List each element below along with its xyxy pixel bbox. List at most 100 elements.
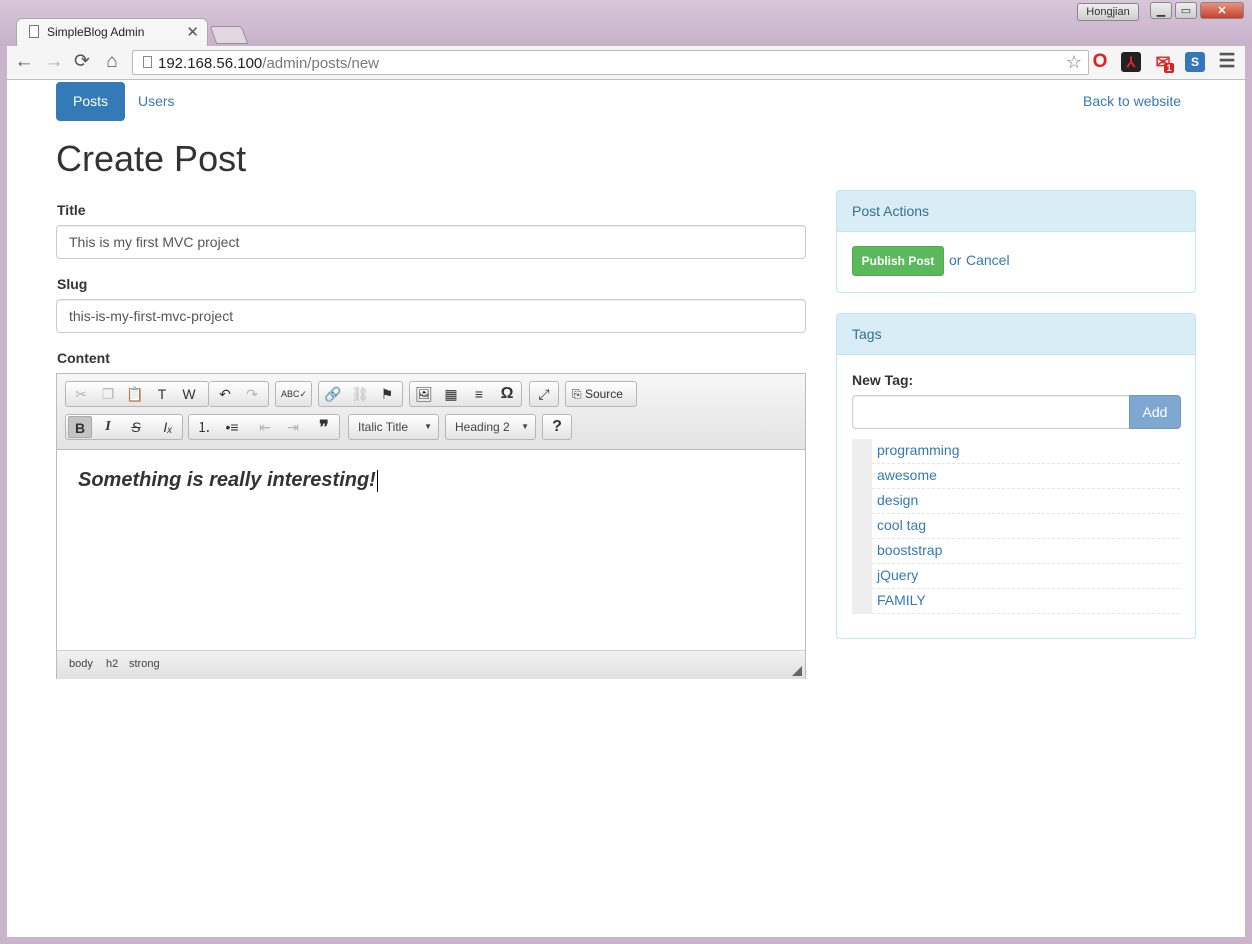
indent-icon[interactable]: ⇥ xyxy=(281,416,305,438)
source-button[interactable]: ⎘ Source xyxy=(566,383,629,405)
cut-icon[interactable]: ✂ xyxy=(69,383,93,405)
tag-item: cool tag xyxy=(852,514,1180,539)
paste-icon[interactable]: 📋 xyxy=(123,383,147,405)
maximize-icon[interactable]: ⤢ xyxy=(532,383,556,405)
path-crumb-strong[interactable]: strong xyxy=(129,658,160,670)
tag-link[interactable]: awesome xyxy=(877,467,937,483)
browser-tab[interactable]: SimpleBlog Admin ✕ xyxy=(16,18,208,46)
clipboard-group: ✂ ❐ 📋 T W xyxy=(65,381,209,407)
editor-strong-text: Something is really interesting! xyxy=(78,469,376,491)
add-tag-button[interactable]: Add xyxy=(1129,395,1181,429)
path-crumb-body[interactable]: body xyxy=(69,658,93,670)
tag-link[interactable]: cool tag xyxy=(877,517,926,533)
italic-button[interactable]: I xyxy=(96,416,120,438)
window-frame-right xyxy=(1245,46,1252,944)
close-window-button[interactable]: ✕ xyxy=(1200,2,1244,19)
tag-link[interactable]: booststrap xyxy=(877,542,942,558)
editor-status-bar: body h2 strong xyxy=(57,650,805,679)
editor-content-area[interactable]: Something is really interesting! xyxy=(57,450,805,650)
forward-icon[interactable]: → xyxy=(43,51,65,73)
help-icon[interactable]: ? xyxy=(545,416,569,438)
user-badge[interactable]: Hongjian xyxy=(1077,3,1139,21)
s-extension-icon[interactable]: S xyxy=(1185,52,1205,72)
tags-panel: Tags New Tag: Add programming awesome de… xyxy=(836,313,1196,639)
minimize-button[interactable]: ▁ xyxy=(1150,2,1172,19)
browser-menu-icon[interactable]: ☰ xyxy=(1217,52,1237,72)
url-path: /admin/posts/new xyxy=(262,55,380,72)
table-icon[interactable]: ▦ xyxy=(439,383,463,405)
tag-checkbox-area[interactable] xyxy=(852,564,872,589)
address-bar[interactable]: 192.168.56.100/admin/posts/new ☆ xyxy=(132,50,1089,75)
resize-handle[interactable] xyxy=(792,666,802,676)
redo-icon[interactable]: ↷ xyxy=(240,383,264,405)
url-text[interactable]: 192.168.56.100/admin/posts/new xyxy=(158,55,379,72)
spellcheck-icon[interactable]: ABC✓ xyxy=(278,383,310,405)
tag-checkbox-area[interactable] xyxy=(852,439,872,464)
page-icon xyxy=(143,56,152,68)
link-group: 🔗 ⛓ ⚑ xyxy=(318,381,403,407)
home-icon[interactable]: ⌂ xyxy=(101,51,123,73)
tab-close-icon[interactable]: ✕ xyxy=(186,23,199,41)
post-actions-panel: Post Actions Publish Post or Cancel xyxy=(836,190,1196,293)
paste-text-icon[interactable]: T xyxy=(150,383,174,405)
path-crumb-h2[interactable]: h2 xyxy=(106,658,118,670)
format-combo-value: Heading 2 xyxy=(455,420,510,434)
tag-checkbox-area[interactable] xyxy=(852,489,872,514)
slug-input[interactable] xyxy=(56,299,806,333)
nav-posts-pill[interactable]: Posts xyxy=(56,82,126,121)
blockquote-icon[interactable]: ❞ xyxy=(312,416,336,438)
tags-heading: Tags xyxy=(837,314,1195,355)
cancel-link[interactable]: Cancel xyxy=(966,252,1010,268)
tag-link[interactable]: programming xyxy=(877,442,959,458)
bold-button[interactable]: B xyxy=(68,416,92,438)
nav-users-pill[interactable]: Users xyxy=(121,82,192,121)
reload-icon[interactable]: ⟳ xyxy=(71,51,93,73)
browser-toolbar: ← → ⟳ ⌂ 192.168.56.100/admin/posts/new ☆… xyxy=(7,46,1245,80)
tag-item: FAMILY xyxy=(852,589,1180,614)
bookmark-star-icon[interactable]: ☆ xyxy=(1066,52,1082,73)
tag-link[interactable]: jQuery xyxy=(877,567,918,583)
link-icon[interactable]: 🔗 xyxy=(321,383,345,405)
paste-word-icon[interactable]: W xyxy=(177,383,201,405)
strike-button[interactable]: S xyxy=(124,416,148,438)
post-actions-heading: Post Actions xyxy=(837,191,1195,232)
pdf-extension-icon[interactable]: ⅄ xyxy=(1121,52,1141,72)
styles-combo[interactable]: Italic Title ▼ xyxy=(348,414,439,440)
maximize-button[interactable]: ▭ xyxy=(1175,2,1197,19)
window-titlebar: SimpleBlog Admin ✕ Hongjian ▁ ▭ ✕ xyxy=(0,0,1252,46)
tag-checkbox-area[interactable] xyxy=(852,514,872,539)
new-tag-input[interactable] xyxy=(852,395,1130,429)
publish-post-button[interactable]: Publish Post xyxy=(852,246,944,276)
tag-item: jQuery xyxy=(852,564,1180,589)
page-icon xyxy=(29,25,39,38)
chevron-down-icon: ▼ xyxy=(521,422,529,431)
tag-link[interactable]: FAMILY xyxy=(877,592,926,608)
undo-icon[interactable]: ↶ xyxy=(213,383,237,405)
slug-label: Slug xyxy=(57,276,88,292)
tag-checkbox-area[interactable] xyxy=(852,589,872,614)
maximize-group: ⤢ xyxy=(529,381,559,407)
remove-format-button[interactable]: Iₓ xyxy=(156,416,180,438)
numbered-list-icon[interactable]: ⒈ xyxy=(192,416,216,438)
styles-combo-value: Italic Title xyxy=(358,420,409,434)
tag-link[interactable]: design xyxy=(877,492,918,508)
outdent-icon[interactable]: ⇤ xyxy=(253,416,277,438)
unlink-icon[interactable]: ⛓ xyxy=(348,383,372,405)
mail-extension-icon[interactable]: ✉ 1 xyxy=(1153,52,1174,73)
anchor-flag-icon[interactable]: ⚑ xyxy=(375,383,399,405)
horizontal-rule-icon[interactable]: ≡ xyxy=(467,383,491,405)
tag-checkbox-area[interactable] xyxy=(852,464,872,489)
chevron-down-icon: ▼ xyxy=(424,422,432,431)
back-to-website-link[interactable]: Back to website xyxy=(1083,93,1181,109)
special-char-icon[interactable]: Ω xyxy=(495,383,519,405)
bulleted-list-icon[interactable]: •≡ xyxy=(220,416,244,438)
title-input[interactable] xyxy=(56,225,806,259)
help-group: ? xyxy=(542,414,572,440)
format-combo[interactable]: Heading 2 ▼ xyxy=(445,414,536,440)
opera-extension-icon[interactable]: O xyxy=(1090,52,1110,72)
back-icon[interactable]: ← xyxy=(13,51,35,73)
new-tab-button[interactable] xyxy=(209,26,249,44)
image-icon[interactable]: 🖼 xyxy=(412,383,436,405)
tag-checkbox-area[interactable] xyxy=(852,539,872,564)
copy-icon[interactable]: ❐ xyxy=(96,383,120,405)
